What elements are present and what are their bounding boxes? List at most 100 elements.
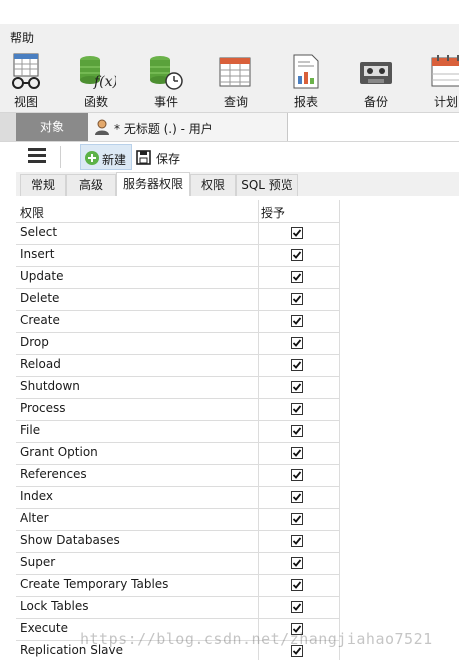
table-row[interactable]: Reload	[16, 354, 340, 376]
row-divider	[16, 552, 340, 553]
toolbar-report-button[interactable]: 报表	[276, 48, 336, 112]
event-icon	[150, 56, 183, 90]
row-divider	[16, 486, 340, 487]
toolbar-backup-button[interactable]: 备份	[346, 48, 406, 112]
toolbar-separator	[60, 146, 61, 168]
subtab-server-privileges[interactable]: 服务器权限	[116, 172, 190, 196]
grant-checkbox[interactable]	[291, 227, 303, 239]
editor-subtabs: 常规 高级 服务器权限 权限 SQL 预览	[16, 172, 459, 196]
grant-checkbox[interactable]	[291, 293, 303, 305]
grant-checkbox[interactable]	[291, 359, 303, 371]
toolbar-schedule-label: 计划	[433, 95, 458, 109]
add-circle-icon	[85, 151, 99, 165]
save-button[interactable]: 保存	[136, 144, 186, 170]
left-gutter	[0, 142, 16, 660]
grant-checkbox[interactable]	[291, 601, 303, 613]
checkmark-icon	[292, 317, 302, 325]
subtab-sql-preview[interactable]: SQL 预览	[236, 174, 298, 196]
grant-checkbox[interactable]	[291, 579, 303, 591]
privilege-name: Update	[20, 269, 64, 283]
subtab-general[interactable]: 常规	[20, 174, 66, 196]
row-divider	[16, 464, 340, 465]
table-row[interactable]: Process	[16, 398, 340, 420]
grant-checkbox[interactable]	[291, 381, 303, 393]
grant-checkbox[interactable]	[291, 315, 303, 327]
app-window: 帮助 视图 f(x) 函数 事件 查询 报表 备份 计划 对象 * 无标题 (.…	[0, 0, 459, 660]
table-row[interactable]: Create Temporary Tables	[16, 574, 340, 596]
checkmark-icon	[292, 273, 302, 281]
toolbar-query-button[interactable]: 查询	[206, 48, 266, 112]
tab-objects[interactable]: 对象	[16, 113, 88, 141]
grant-checkbox[interactable]	[291, 513, 303, 525]
grant-checkbox[interactable]	[291, 249, 303, 261]
schedule-icon	[431, 55, 459, 87]
table-row[interactable]: File	[16, 420, 340, 442]
grant-checkbox[interactable]	[291, 425, 303, 437]
row-divider	[16, 244, 340, 245]
query-icon	[219, 57, 251, 87]
privilege-name: Index	[20, 489, 54, 503]
editor-toolbar: 新建 保存	[16, 142, 459, 172]
privilege-name: Execute	[20, 621, 68, 635]
table-row[interactable]: Grant Option	[16, 442, 340, 464]
row-divider	[16, 354, 340, 355]
table-row[interactable]: Super	[16, 552, 340, 574]
subtab-privileges[interactable]: 权限	[190, 174, 236, 196]
toolbar-schedule-button[interactable]: 计划	[416, 48, 459, 112]
table-row[interactable]: Select	[16, 222, 340, 244]
checkmark-icon	[292, 515, 302, 523]
view-icon	[12, 53, 40, 89]
table-row[interactable]: Alter	[16, 508, 340, 530]
toolbar-event-button[interactable]: 事件	[136, 48, 196, 112]
window-top-strip	[0, 0, 459, 24]
new-button[interactable]: 新建	[80, 144, 132, 170]
tab-untitled-user[interactable]: * 无标题 (.) - 用户	[88, 113, 288, 141]
checkmark-icon	[292, 295, 302, 303]
table-row[interactable]: Delete	[16, 288, 340, 310]
privileges-grid: 权限 授予 Select Insert Update Delete Create Drop…	[16, 200, 340, 660]
grant-checkbox[interactable]	[291, 271, 303, 283]
checkmark-icon	[292, 405, 302, 413]
checkmark-icon	[292, 471, 302, 479]
table-row[interactable]: Drop	[16, 332, 340, 354]
grant-checkbox[interactable]	[291, 469, 303, 481]
grant-checkbox[interactable]	[291, 491, 303, 503]
toolbar-function-button[interactable]: f(x) 函数	[66, 48, 126, 112]
privilege-name: Show Databases	[20, 533, 120, 547]
grant-checkbox[interactable]	[291, 447, 303, 459]
subtab-advanced[interactable]: 高级	[66, 174, 116, 196]
grant-checkbox[interactable]	[291, 557, 303, 569]
row-divider	[16, 618, 340, 619]
table-row[interactable]: References	[16, 464, 340, 486]
row-divider	[16, 398, 340, 399]
grant-checkbox[interactable]	[291, 337, 303, 349]
table-row[interactable]: Shutdown	[16, 376, 340, 398]
privilege-name: File	[20, 423, 41, 437]
row-divider	[16, 508, 340, 509]
table-row[interactable]: Create	[16, 310, 340, 332]
checkmark-icon	[292, 427, 302, 435]
menu-hamburger-icon[interactable]	[28, 148, 46, 164]
toolbar-view-label: 视图	[13, 95, 38, 109]
row-divider	[16, 332, 340, 333]
grant-checkbox[interactable]	[291, 403, 303, 415]
privilege-name: Create	[20, 313, 60, 327]
privilege-name: Delete	[20, 291, 60, 305]
table-row[interactable]: Index	[16, 486, 340, 508]
grant-checkbox[interactable]	[291, 535, 303, 547]
function-icon: f(x)	[80, 56, 116, 90]
checkmark-icon	[292, 229, 302, 237]
menu-help[interactable]: 帮助	[10, 29, 34, 46]
toolbar-view-button[interactable]: 视图	[0, 48, 56, 112]
checkmark-icon	[292, 361, 302, 369]
empty-area	[340, 200, 459, 660]
tab-untitled-user-label: * 无标题 (.) - 用户	[114, 122, 213, 136]
toolbar-report-label: 报表	[293, 95, 318, 109]
table-row[interactable]: Update	[16, 266, 340, 288]
new-button-label: 新建	[102, 153, 127, 167]
toolbar-query-label: 查询	[223, 95, 248, 109]
table-row[interactable]: Insert	[16, 244, 340, 266]
table-row[interactable]: Show Databases	[16, 530, 340, 552]
table-row[interactable]: Lock Tables	[16, 596, 340, 618]
row-divider	[16, 310, 340, 311]
